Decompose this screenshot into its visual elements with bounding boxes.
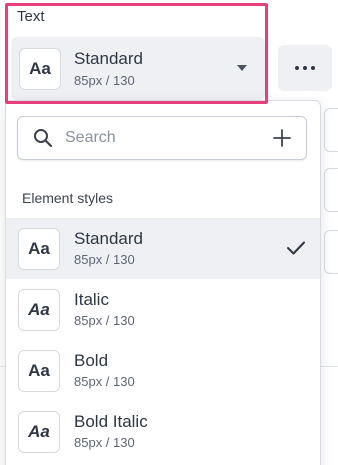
style-option-italic[interactable]: Aa Italic 85px / 130 [6,279,320,340]
element-styles-group-label: Element styles [22,190,114,206]
search-field[interactable] [17,116,307,160]
caret-down-icon [237,65,247,71]
more-horizontal-icon-dot [311,66,315,70]
style-option-bold[interactable]: Aa Bold 85px / 130 [6,340,320,401]
text-section-label: Text [17,8,45,25]
background-field [324,168,338,212]
text-style-preview-icon: Aa [18,227,60,270]
background-field [324,108,338,152]
text-style-preview-icon: Aa [18,349,60,392]
more-horizontal-icon [295,66,299,70]
text-style-preview-icon: Aa [18,288,60,331]
more-horizontal-icon-dot [303,66,307,70]
text-style-preview-icon: Aa [19,47,61,90]
style-option-bold-italic[interactable]: Aa Bold Italic 85px / 130 [6,401,320,462]
style-option-meta: 85px / 130 [74,374,135,389]
style-option-name: Bold [74,351,109,370]
text-style-preview-icon: Aa [18,410,60,453]
style-option-meta: 85px / 130 [74,313,135,328]
search-icon [34,129,53,148]
checkmark-icon [287,241,305,255]
style-option-name: Bold Italic [74,412,148,431]
selected-style-name: Standard [74,48,143,68]
plus-icon[interactable] [272,128,292,148]
search-input[interactable] [65,129,255,147]
style-options-list: Aa Standard 85px / 130 Aa Italic 85px / … [6,218,320,462]
style-option-standard[interactable]: Aa Standard 85px / 130 [6,218,320,279]
text-style-select[interactable]: Aa Standard 85px / 130 [11,37,265,100]
background-field [324,230,338,274]
style-option-name: Standard [74,229,143,248]
style-option-meta: 85px / 130 [74,252,135,267]
selected-style-meta: 85px / 130 [74,72,135,88]
more-options-button[interactable] [278,45,332,91]
style-option-name: Italic [74,290,109,309]
style-option-meta: 85px / 130 [74,435,135,450]
text-style-dropdown: Element styles Aa Standard 85px / 130 Aa… [5,100,321,465]
